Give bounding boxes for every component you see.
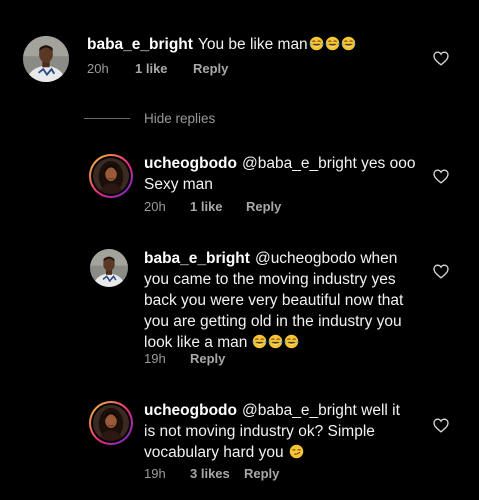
- avatar-image: [93, 158, 129, 194]
- avatar-image: [90, 249, 128, 287]
- comment-meta: 19h 3 likes Reply: [144, 466, 279, 481]
- avatar[interactable]: [90, 249, 128, 287]
- tears-of-joy-emoji: [252, 334, 267, 349]
- tears-of-joy-emoji: [341, 36, 356, 51]
- like-count[interactable]: 1 like: [135, 61, 193, 76]
- comment-meta: 20h 1 like Reply: [87, 61, 228, 76]
- comment-username[interactable]: baba_e_bright: [87, 36, 193, 53]
- comment-text: You be like man: [197, 36, 308, 53]
- avatar[interactable]: [89, 401, 133, 445]
- reply-button[interactable]: Reply: [193, 61, 228, 76]
- like-count[interactable]: 1 like: [190, 199, 246, 214]
- tears-of-joy-emoji: [325, 36, 340, 51]
- like-count[interactable]: 3 likes: [190, 466, 244, 481]
- comment-body: baba_e_bright You be like man: [87, 34, 417, 55]
- tears-of-joy-emoji: [309, 36, 324, 51]
- avatar-image: [23, 36, 69, 82]
- tears-of-joy-emoji: [268, 334, 283, 349]
- smirk-emoji: [289, 444, 304, 459]
- heart-outline-icon[interactable]: [433, 51, 449, 66]
- comment-username[interactable]: ucheogbodo: [144, 155, 237, 172]
- avatar[interactable]: [23, 36, 69, 82]
- reply-button[interactable]: Reply: [244, 466, 279, 481]
- comment-username[interactable]: baba_e_bright: [144, 250, 250, 267]
- hide-replies-label: Hide replies: [144, 110, 216, 126]
- comment-body: ucheogbodo @baba_e_bright well it is not …: [144, 400, 409, 463]
- comment-time: 19h: [144, 351, 166, 366]
- comment-username[interactable]: ucheogbodo: [144, 402, 237, 419]
- comment-meta: 20h 1 like Reply: [144, 199, 281, 214]
- reply-button[interactable]: Reply: [246, 199, 281, 214]
- avatar[interactable]: [89, 154, 133, 198]
- divider: [84, 117, 130, 119]
- comment-time: 20h: [144, 199, 166, 214]
- heart-outline-icon[interactable]: [433, 418, 449, 433]
- heart-outline-icon[interactable]: [433, 264, 449, 279]
- comment-meta: 19h Reply: [144, 351, 225, 366]
- heart-outline-icon[interactable]: [433, 169, 449, 184]
- comment-body: baba_e_bright @ucheogbodo when you came t…: [144, 248, 414, 353]
- hide-replies-toggle[interactable]: Hide replies: [84, 108, 215, 128]
- reply-button[interactable]: Reply: [190, 351, 225, 366]
- tears-of-joy-emoji: [284, 334, 299, 349]
- comment-body: ucheogbodo @baba_e_bright yes ooo Sexy ma…: [144, 153, 424, 195]
- comment-time: 19h: [144, 466, 166, 481]
- comment-time: 20h: [87, 61, 109, 76]
- avatar-image: [93, 405, 129, 441]
